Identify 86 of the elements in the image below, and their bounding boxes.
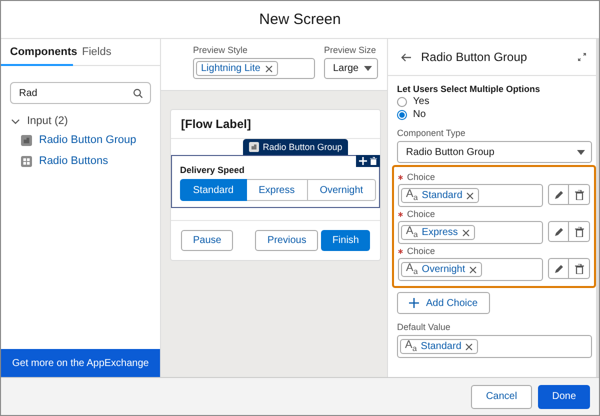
component-link[interactable]: Radio Buttons [39,155,108,167]
pill-text: Express [422,227,458,238]
field-label: Choice [407,246,436,256]
tab-text: Radio Button Group [262,142,342,152]
preview-style-field[interactable]: Lightning Lite [193,58,315,79]
delete-icon[interactable] [370,157,377,165]
edit-button[interactable] [548,184,569,205]
screen-title: [Flow Label] [181,117,251,131]
field-label: Default Value [397,322,452,332]
choice-pill[interactable]: A$_{a}$ Overnight [401,262,482,277]
pill-text: Standard [422,190,462,201]
pill-text: Standard [420,341,462,352]
component-tab[interactable]: Radio Button Group [242,139,348,155]
delete-button[interactable] [569,221,590,242]
radio-label: Yes [413,96,430,107]
search-icon [132,88,143,98]
pill-text: Lightning Lite [201,63,260,74]
back-arrow-icon[interactable] [401,52,411,62]
option-button[interactable]: Standard [180,179,247,201]
window-title: New Screen [259,11,341,28]
grid-icon [21,156,32,166]
flow-button[interactable]: Pause [181,230,234,251]
text-type-icon: A$_{a}$ [406,188,418,203]
dropdown-icon [577,150,585,154]
option-button[interactable]: Express [246,179,308,201]
radio-button[interactable] [397,110,407,120]
close-icon[interactable] [465,342,474,350]
field-label: Let Users Select Multiple Options [397,84,542,94]
field-label: Delivery Speed [180,165,246,175]
field-label: Component Type [397,128,466,138]
close-icon[interactable] [264,64,272,72]
style-pill[interactable]: Lightning Lite [196,61,278,76]
default-value-field[interactable]: A$_{a}$ Standard [397,335,592,358]
close-icon[interactable] [469,266,478,274]
flow-button[interactable]: Previous [255,230,318,251]
trash-icon [574,190,584,200]
radio-label: No [413,109,426,120]
select-value: Large [333,63,359,74]
plus-icon [409,298,419,308]
text-type-icon: A$_{a}$ [406,225,418,240]
field-label: Choice [407,209,436,219]
component-icon [21,134,32,146]
category-label: Input (2) [27,115,68,127]
close-icon[interactable] [462,228,470,236]
component-type-select[interactable]: Radio Button Group [397,141,592,163]
component-toolbar[interactable] [356,155,380,167]
edit-button[interactable] [548,258,569,279]
expand-icon[interactable] [578,53,586,61]
move-icon[interactable] [359,157,367,165]
chevron-icon[interactable] [11,116,20,126]
select-value: Radio Button Group [406,146,494,158]
component-link[interactable]: Radio Button Group [39,134,136,146]
trash-icon [574,264,584,274]
default-pill[interactable]: A$_{a}$ Standard [400,339,478,354]
pencil-icon [554,190,564,200]
appexchange-button[interactable]: Get more on the AppExchange [1,349,160,377]
field-label: Choice [407,172,436,182]
radio-button[interactable] [397,96,407,106]
pencil-icon [554,226,564,236]
field-label: Preview Size [324,45,378,55]
preview-size-select[interactable]: Large [324,58,378,79]
selected-component[interactable]: Delivery Speed Standard Express Overnight [171,155,380,208]
trash-icon [574,226,584,236]
component-icon [248,142,259,152]
choice-pill[interactable]: A$_{a}$ Standard [401,188,480,203]
text-type-icon: A$_{a}$ [406,262,418,277]
delete-button[interactable] [569,184,590,205]
choice-field[interactable]: A$_{a}$ Overnight [398,258,543,281]
pencil-icon [554,264,564,274]
edit-button[interactable] [548,221,569,242]
field-label: Preview Style [193,45,249,55]
choice-field[interactable]: A$_{a}$ Express [398,221,543,244]
flow-button[interactable]: Finish [321,230,370,251]
text-type-icon: A$_{a}$ [405,339,417,354]
panel-title: Radio Button Group [421,50,528,64]
dropdown-icon [364,66,372,71]
choice-pill[interactable]: A$_{a}$ Express [401,225,475,240]
search-field[interactable]: Rad [10,82,151,104]
option-button[interactable]: Overnight [308,179,376,201]
choice-field[interactable]: A$_{a}$ Standard [398,184,543,207]
footer-button[interactable]: Done [538,384,590,408]
footer-button[interactable]: Cancel [470,384,532,408]
delete-button[interactable] [569,258,590,279]
pill-text: Overnight [422,264,466,275]
close-icon[interactable] [466,192,474,200]
add-choice-button[interactable]: Add Choice [397,292,490,314]
